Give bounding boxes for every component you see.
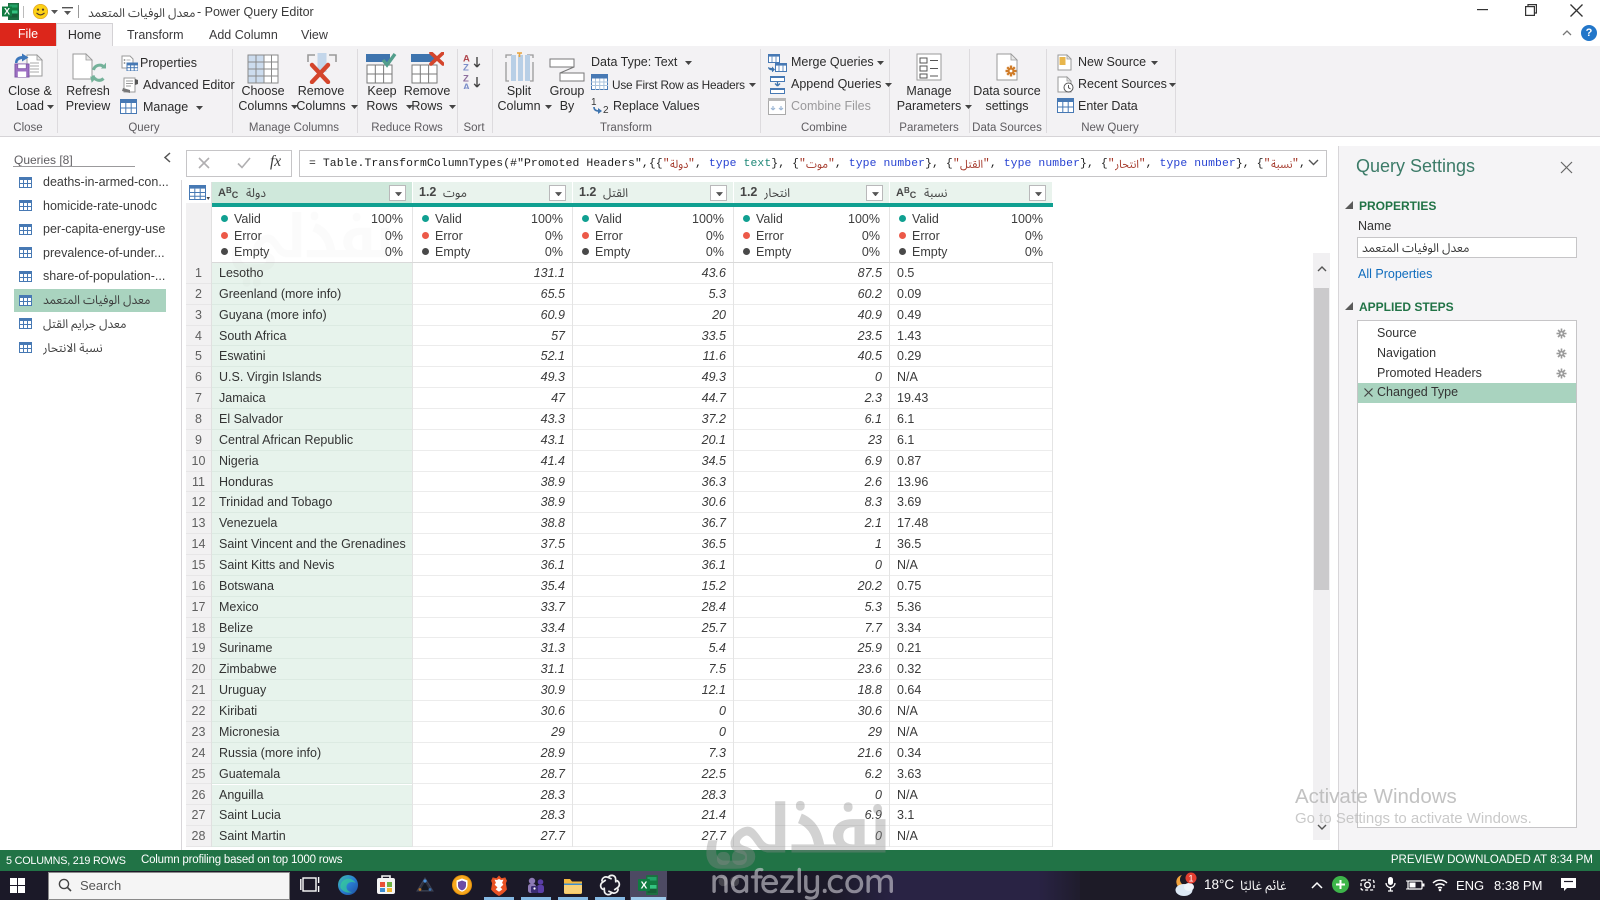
svg-text:1: 1 [591, 97, 597, 108]
svg-text:1: 1 [1188, 873, 1193, 883]
svg-text:X: X [4, 7, 10, 17]
svg-text:Z: Z [463, 63, 469, 74]
svg-text:2: 2 [603, 105, 609, 114]
svg-text:X: X [641, 881, 648, 892]
svg-text:A: A [463, 82, 470, 89]
